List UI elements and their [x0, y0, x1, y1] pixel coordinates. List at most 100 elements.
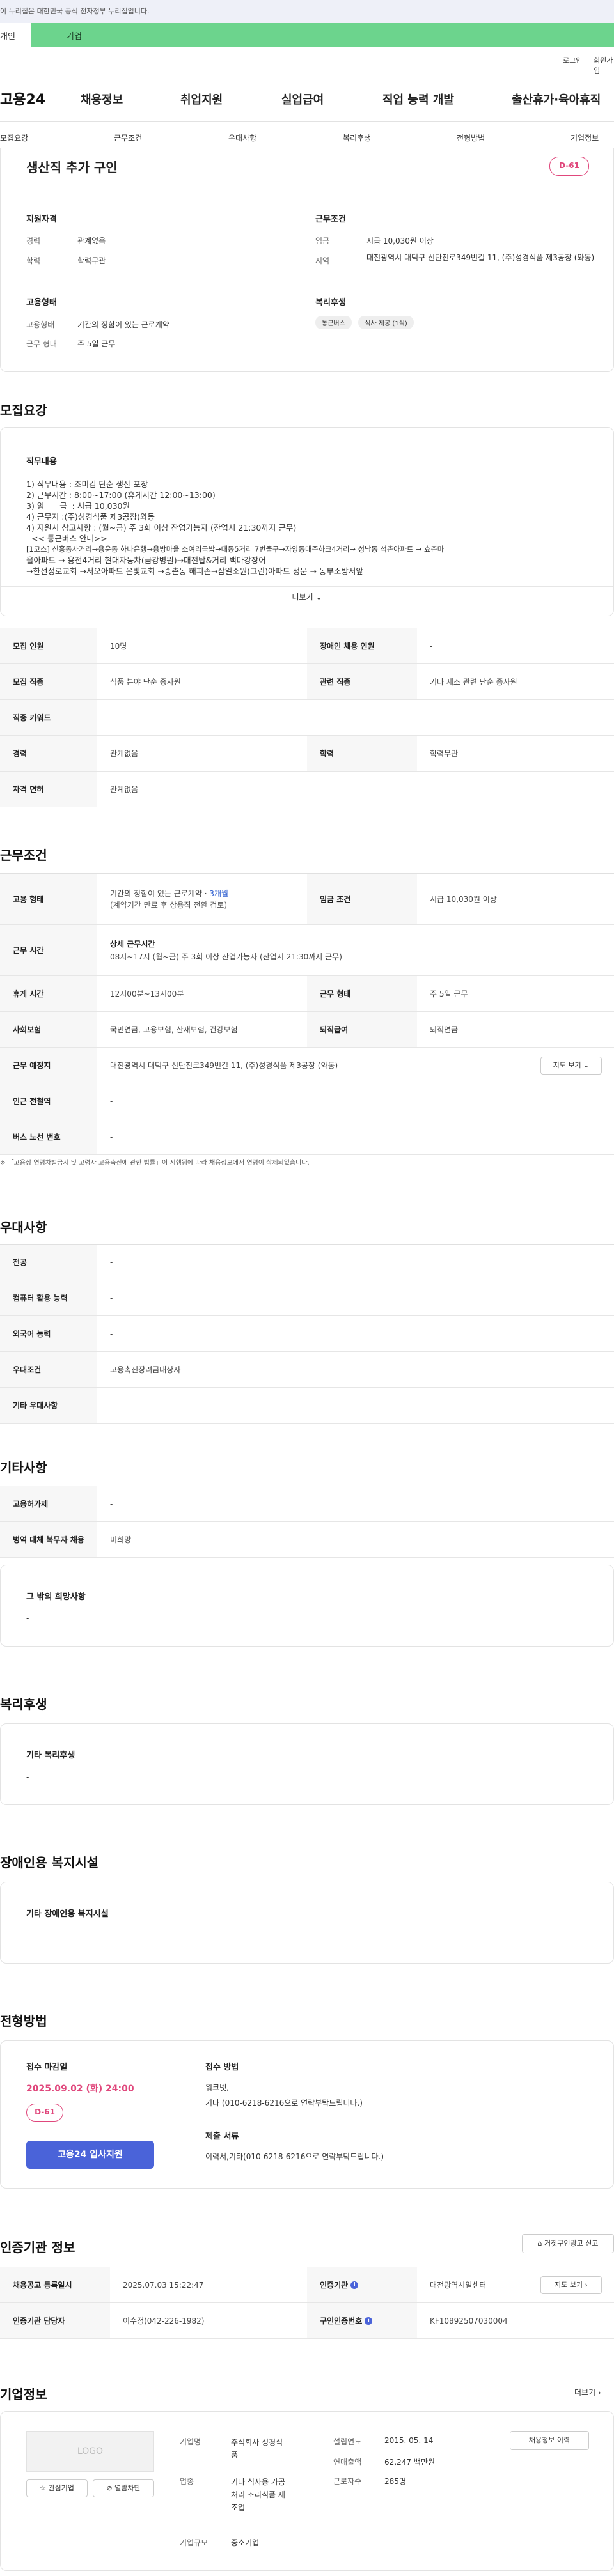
wage-label: 임금 — [315, 237, 330, 245]
td: - — [110, 1132, 113, 1142]
gnb-training[interactable]: 직업 능력 개발 — [382, 91, 454, 107]
td: - — [110, 1293, 113, 1303]
gnb-employment-support[interactable]: 취업지원 — [180, 91, 223, 107]
info-icon[interactable]: i — [350, 2281, 359, 2289]
recruit-heading: 모집요강 — [0, 403, 47, 418]
td: 퇴직연금 — [430, 1025, 459, 1034]
duty-card: 직무내용 1) 직무내용 : 조미김 단순 생산 포장 2) 근무시간 : 8:… — [0, 427, 614, 616]
subnav-preference[interactable]: 우대사항 — [228, 132, 256, 143]
company-name-line: 주식회사 성경식 — [231, 2438, 283, 2447]
gnb-jobs[interactable]: 채용정보 — [81, 91, 123, 107]
subnav-company[interactable]: 기업정보 — [571, 132, 599, 143]
subnav-welfare[interactable]: 복리후생 — [343, 132, 371, 143]
star-icon: ☆ — [40, 2484, 46, 2492]
etc-table: 고용허가제 - 병역 대체 복무자 채용 비희망 — [0, 1486, 614, 1558]
duty-line: 4) 지원시 참고사항 : (월~금) 주 3회 이상 잔업가능자 (잔업시 2… — [26, 523, 297, 532]
th: 휴게 시간 — [0, 976, 97, 1011]
table-row: 경력 관계없음 학력 학력무관 — [0, 736, 614, 772]
table-row: 직종 키워드 - — [0, 700, 614, 736]
th: 채용공고 등록일시 — [0, 2267, 110, 2302]
duty-line: [1코스] 신흥동사거리→용운동 하나은행→용방마을 소여리국밥→대동5거리 7… — [26, 545, 445, 554]
report-button-label: 거짓구인광고 신고 — [544, 2239, 599, 2247]
th: 관련 직종 — [307, 664, 417, 699]
td: - — [110, 1329, 113, 1338]
table-row: 근무 시간 상세 근무시간 08시~17시 (월~금) 주 3회 이상 잔업가능… — [0, 925, 614, 976]
signup-link[interactable]: 회원가입 — [594, 55, 614, 75]
th: 구인인증번호 i — [307, 2303, 417, 2338]
welfare-heading: 복리후생 — [315, 298, 346, 307]
td: 주 5일 근무 — [430, 989, 468, 998]
table-row: 병역 대체 복무자 채용 비희망 — [0, 1522, 614, 1558]
duty-heading: 직무내용 — [26, 457, 57, 467]
subnav-screening[interactable]: 전형방법 — [457, 132, 485, 143]
th: 근무 형태 — [307, 976, 417, 1011]
tab-personal[interactable]: 개인 — [0, 23, 31, 47]
more-label: 더보기 — [292, 593, 313, 601]
cert-map-button[interactable]: 지도 보기 › — [540, 2276, 602, 2294]
th: 근무 예정지 — [0, 1048, 97, 1083]
th: 퇴직급여 — [307, 1012, 417, 1047]
subnav-recruit[interactable]: 모집요강 — [0, 132, 28, 143]
subnav-conditions[interactable]: 근무조건 — [114, 132, 142, 143]
apply-button[interactable]: 고용24 입사지원 — [26, 2141, 154, 2169]
more-button[interactable]: 더보기 ⌄ — [1, 591, 613, 602]
block-button-label: 열람차단 — [114, 2484, 141, 2492]
td: - — [110, 1401, 113, 1410]
table-row: 고용 형태 기간의 정함이 있는 근로계약 · 3개월 (계약기간 만료 후 상… — [0, 874, 614, 925]
welfare-chips: 통근버스 식사 제공 (1식) — [315, 316, 414, 329]
home-icon: ⌂ — [537, 2239, 542, 2247]
chip-bus: 통근버스 — [315, 316, 352, 329]
th: 사회보험 — [0, 1012, 97, 1047]
th: 병역 대체 복무자 채용 — [0, 1522, 97, 1557]
wish-heading: 그 밖의 희망사항 — [26, 1592, 86, 1602]
company-more-link[interactable]: 더보기 › — [574, 2387, 601, 2398]
td: 식품 분야 단순 종사원 — [110, 678, 181, 687]
company-heading: 기업정보 — [0, 2387, 47, 2402]
th-label: 구인인증번호 — [320, 2316, 363, 2325]
pref-table: 전공 - 컴퓨터 활용 능력 - 외국어 능력 - 우대조건 고용촉진장려금대상자 기타… — [0, 1244, 614, 1424]
duty-line: << 통근버스 안내>> — [26, 534, 107, 543]
duty-line: 을아파트 → 용전4거리 현대자동차(금강병원)→대전탑&거리 백마강장어 — [26, 555, 266, 565]
docs-value: 이력서,기타(010-6218-6216으로 연락부탁드립니다.) — [205, 2152, 384, 2161]
edu-value: 학력무관 — [77, 256, 106, 265]
td: 학력무관 — [430, 749, 459, 758]
table-row: 버스 노선 번호 - — [0, 1119, 614, 1155]
th: 기타 우대사항 — [0, 1388, 97, 1423]
gnb-unemployment[interactable]: 실업급여 — [281, 91, 324, 107]
cert-table: 채용공고 등록일시 2025.07.03 15:22:47 인증기관 i 대전광역… — [0, 2267, 614, 2339]
duty-line: 3) 임 금 : 시급 10,030원 — [26, 501, 130, 511]
emptype-value: 기간의 정함이 있는 근로계약 — [77, 320, 169, 329]
site-logo[interactable]: 고용24 — [0, 88, 45, 109]
career-label: 경력 — [26, 237, 41, 245]
docs-heading: 제출 서류 — [205, 2132, 239, 2141]
industry-label: 업종 — [180, 2477, 194, 2486]
gnb-leave[interactable]: 출산휴가·육아휴직 — [512, 91, 601, 107]
emp-period: 3개월 — [209, 888, 229, 898]
table-row: 고용허가제 - — [0, 1486, 614, 1522]
screen-heading: 전형방법 — [0, 2013, 47, 2029]
welfare-section-heading: 복리후생 — [0, 1696, 47, 1712]
td: 대전광역시 대덕구 신탄진로349번길 11, (주)성경식품 제3공장 (와동… — [110, 1061, 338, 1070]
map-button[interactable]: 지도 보기 ⌄ — [540, 1057, 602, 1075]
chip-meal: 식사 제공 (1식) — [358, 316, 414, 329]
th: 자격 면허 — [0, 772, 97, 807]
td: 12시00분~13시00분 — [110, 989, 184, 998]
td: 기간의 정함이 있는 근로계약 · 3개월 (계약기간 만료 후 상용직 전환 … — [97, 874, 307, 924]
job-history-button[interactable]: 채용정보 이력 — [510, 2431, 589, 2450]
login-link[interactable]: 로그인 — [563, 55, 582, 65]
ban-icon: ⊘ — [106, 2484, 113, 2492]
table-row: 모집 직종 식품 분야 단순 종사원 관련 직종 기타 제조 관련 단순 종사원 — [0, 664, 614, 700]
tab-company[interactable]: 기업 — [31, 23, 614, 47]
favorite-button[interactable]: ☆ 관심기업 — [26, 2479, 88, 2497]
report-button[interactable]: ⌂ 거짓구인광고 신고 — [522, 2234, 614, 2253]
info-icon[interactable]: i — [365, 2316, 373, 2325]
pref-heading: 우대사항 — [0, 1220, 47, 1235]
industry-line: 조업 — [231, 2503, 246, 2512]
chevron-right-icon: › — [585, 2281, 588, 2289]
region-value: 대전광역시 대덕구 신탄진로349번길 11, (주)성경식품 제3공장 (와동… — [366, 253, 595, 262]
favorite-button-label: 관심기업 — [48, 2484, 74, 2492]
welfare-box-heading: 기타 복리후생 — [26, 1751, 75, 1760]
cert-heading: 인증기관 정보 — [0, 2240, 75, 2255]
th: 경력 — [0, 736, 97, 771]
block-button[interactable]: ⊘ 열람차단 — [93, 2479, 154, 2497]
